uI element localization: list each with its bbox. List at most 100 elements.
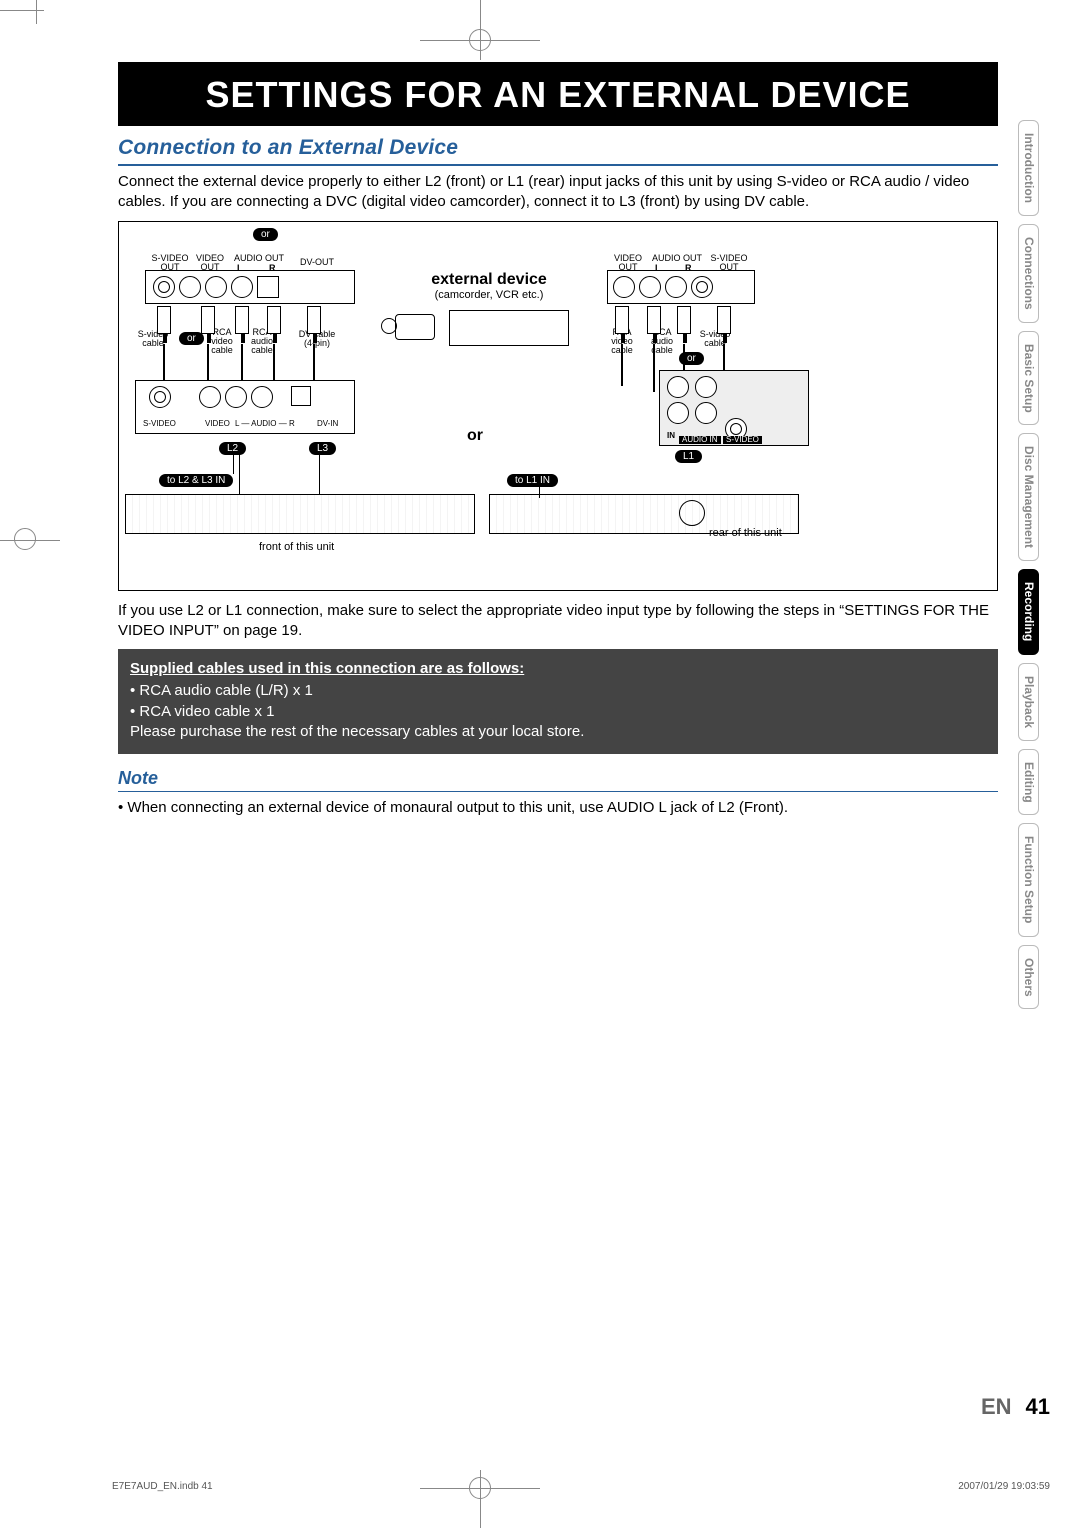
cable-plug-icon [235,306,249,334]
label-front-dvin: DV-IN [317,420,338,428]
tab-playback[interactable]: Playback [1018,663,1039,741]
dv-jack-icon [257,276,279,298]
tab-editing[interactable]: Editing [1018,749,1039,816]
svideo-jack-icon [153,276,175,298]
vcr-icon [449,310,569,346]
connection-diagram: or S-VIDEO OUT VIDEO OUT AUDIO OUT L R D… [118,221,998,591]
registration-mark-icon [469,29,491,51]
label-front-svideo: S-VIDEO [143,420,176,428]
rca-jack-icon [665,276,687,298]
tab-disc-management[interactable]: Disc Management [1018,433,1039,561]
cable-line [163,344,165,380]
note-title: Note [118,768,998,789]
registration-mark-icon [14,528,36,550]
tab-function-setup[interactable]: Function Setup [1018,823,1039,936]
note-text: • When connecting an external device of … [118,798,998,818]
to-l1-pill: to L1 IN [507,474,558,487]
l3-pill: L3 [309,442,336,455]
label-rear-audioin: AUDIO IN [679,436,721,444]
leader-line [233,454,234,474]
imprint-right: 2007/01/29 19:03:59 [958,1481,1050,1492]
fan-icon [679,500,705,526]
rca-jack-icon [225,386,247,408]
lang-code: EN [981,1394,1012,1419]
registration-mark-icon [469,1477,491,1499]
tab-introduction[interactable]: Introduction [1018,120,1039,216]
cable-item: • RCA video cable x 1 [130,702,986,722]
cable-plug-icon [201,306,215,334]
or-pill-top: or [253,228,278,241]
dv-jack-icon [291,386,311,406]
page-content: SETTINGS FOR AN EXTERNAL DEVICE Connecti… [118,62,998,818]
cable-plug-icon [717,306,731,334]
jack-row-right [613,276,713,298]
l1-pill: L1 [675,450,702,463]
leader-line [239,454,240,494]
unit-front-outline [125,494,475,534]
tab-others[interactable]: Others [1018,945,1039,1010]
crop-mark [0,10,44,11]
front-caption: front of this unit [259,542,334,554]
after-diagram-text: If you use L2 or L1 connection, make sur… [118,601,998,642]
external-device-sub: (camcorder, VCR etc.) [409,290,569,302]
external-device-title: external device [409,272,569,289]
cable-item: • RCA audio cable (L/R) x 1 [130,681,986,701]
rca-jack-icon [205,276,227,298]
rca-jack-icon [199,386,221,408]
section-rule [118,164,998,166]
jack-row-left [153,276,279,298]
page-number: EN 41 [981,1394,1050,1420]
label-rear-svideo: S-VIDEO [723,436,762,444]
cable-line [273,344,275,380]
cable-plug-icon [307,306,321,334]
rca-jack-icon [667,376,689,398]
rca-jack-icon [179,276,201,298]
leader-line [319,454,320,494]
rca-jack-icon [231,276,253,298]
cables-heading: Supplied cables used in this connection … [130,659,986,679]
label-rear-in: IN [667,432,675,440]
svideo-jack-icon [149,386,171,408]
tab-connections[interactable]: Connections [1018,224,1039,323]
side-tabs: Introduction Connections Basic Setup Dis… [1018,120,1060,1017]
cable-line [653,344,655,392]
or-center: or [455,428,495,445]
rca-jack-icon [251,386,273,408]
camcorder-icon [381,308,441,348]
label-audio-out-right: AUDIO OUT [647,254,707,263]
rca-jack-icon [667,402,689,424]
cable-plug-icon [267,306,281,334]
cables-footer: Please purchase the rest of the necessar… [130,722,986,742]
page-title: SETTINGS FOR AN EXTERNAL DEVICE [118,62,998,126]
rca-jack-icon [613,276,635,298]
rca-jack-icon [695,402,717,424]
svideo-jack-icon [691,276,713,298]
imprint-left: E7E7AUD_EN.indb 41 [112,1481,213,1492]
label-dv-out: DV-OUT [297,258,337,267]
jack-row-front [149,386,311,408]
label-front-audio: L — AUDIO — R [235,420,295,428]
leader-line [539,484,540,498]
note-rule [118,791,998,792]
rca-jack-icon [695,376,717,398]
section-paragraph: Connect the external device properly to … [118,172,998,213]
rca-jack-icon [639,276,661,298]
cable-line [621,344,623,386]
cable-line [313,344,315,380]
section-heading: Connection to an External Device [118,136,998,160]
cable-plug-icon [157,306,171,334]
label-audio-out-left: AUDIO OUT [229,254,289,263]
cable-line [207,344,209,380]
supplied-cables-box: Supplied cables used in this connection … [118,649,998,754]
page-num: 41 [1026,1394,1050,1419]
label-front-video: VIDEO [205,420,230,428]
to-l2-l3-pill: to L2 & L3 IN [159,474,233,487]
tab-recording[interactable]: Recording [1018,569,1039,654]
tab-basic-setup[interactable]: Basic Setup [1018,331,1039,426]
cable-plug-icon [677,306,691,334]
crop-mark [36,0,37,24]
rear-caption: rear of this unit [709,528,782,540]
cable-line [241,344,243,380]
cable-plug-icon [615,306,629,334]
cable-plug-icon [647,306,661,334]
